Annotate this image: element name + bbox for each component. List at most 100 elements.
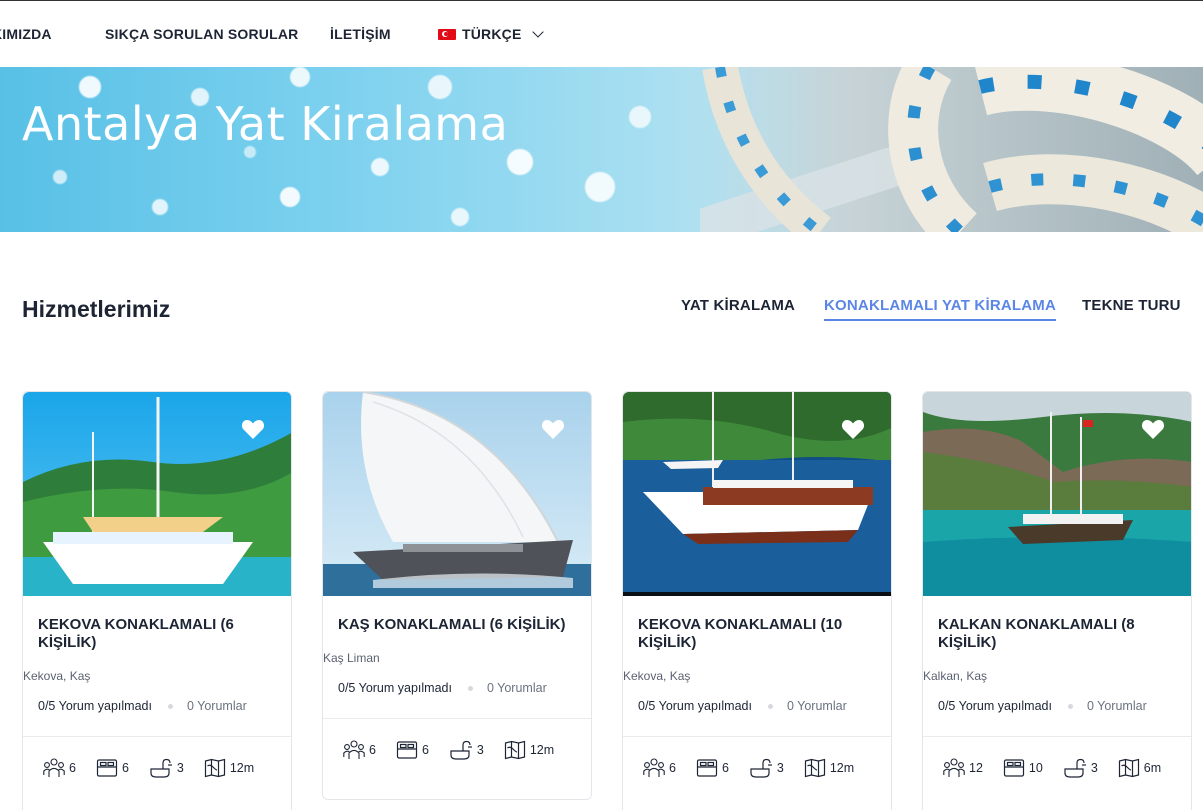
beds-amenity: 6 [96,758,129,778]
yacht-card[interactable]: KALKAN KONAKLAMALI (8 KİŞİLİK) Kalkan, K… [922,391,1192,810]
guests-count: 12 [969,761,983,775]
hero-title: Antalya Yat Kiralama [22,97,509,151]
language-selector[interactable]: TÜRKÇE [438,26,544,42]
baths-amenity: 3 [749,758,784,778]
baths-amenity: 3 [149,758,184,778]
yacht-rating: 0/5 Yorum yapılmadı 0 Yorumlar [338,681,547,695]
beds-amenity: 6 [696,758,729,778]
baths-count: 3 [1090,761,1098,775]
yacht-photo[interactable] [623,392,891,596]
guests-icon [643,758,665,777]
yacht-amenities: 12 10 3 6m [943,758,1181,778]
card-divider [23,736,291,737]
yacht-location: Kaş Liman [323,651,380,665]
yacht-location: Kekova, Kaş [23,669,91,683]
bed-icon [696,759,718,777]
tab-accommodation-yacht-rental[interactable]: KONAKLAMALI YAT KİRALAMA [824,297,1057,321]
nav-link-about[interactable]: KIMIZDA [0,26,52,42]
baths-count: 3 [476,743,484,757]
guests-icon [943,758,965,777]
guests-amenity: 12 [943,758,983,778]
beds-amenity: 6 [396,740,429,760]
yacht-title[interactable]: KEKOVA KONAKLAMALI (6 KİŞİLİK) [38,616,278,652]
length-amenity: 6m [1118,758,1161,778]
favorite-heart-icon[interactable] [841,418,865,440]
length-amenity: 12m [504,740,554,760]
bath-icon [750,758,772,778]
yacht-rating: 0/5 Yorum yapılmadı 0 Yorumlar [938,699,1147,713]
guests-count: 6 [669,761,676,775]
yacht-card[interactable]: KEKOVA KONAKLAMALI (6 KİŞİLİK) Kekova, K… [22,391,292,810]
beds-amenity: 10 [1003,758,1043,778]
nav-link-faq[interactable]: SIKÇA SORULAN SORULAR [105,26,298,42]
baths-count: 3 [176,761,184,775]
bed-icon [1003,759,1025,777]
language-label: TÜRKÇE [462,26,522,42]
beds-count: 6 [721,761,729,775]
beds-count: 10 [1028,761,1043,775]
nav-link-contact[interactable]: İLETİŞİM [330,26,391,42]
chevron-down-icon [531,26,544,38]
favorite-heart-icon[interactable] [1141,418,1165,440]
section-title: Hizmetlerimiz [22,296,171,322]
map-icon [1118,758,1139,778]
length-value: 12m [529,743,555,757]
length-value: 12m [829,761,855,775]
yacht-location: Kekova, Kaş [623,669,691,683]
yacht-rating: 0/5 Yorum yapılmadı 0 Yorumlar [38,699,247,713]
top-navigation: KIMIZDA SIKÇA SORULAN SORULAR İLETİŞİM T… [0,0,1203,67]
bed-icon [396,741,418,759]
review-count[interactable]: 0 Yorumlar [787,699,847,713]
turkey-flag-icon [438,28,456,40]
bath-icon [450,740,472,760]
baths-amenity: 3 [449,740,484,760]
yacht-amenities: 6 6 3 12m [643,758,874,778]
yacht-photo[interactable] [323,392,591,596]
separator-dot [1067,703,1073,709]
review-count[interactable]: 0 Yorumlar [487,681,547,695]
guests-icon [343,740,365,759]
card-divider [623,736,891,737]
guests-amenity: 6 [643,758,676,778]
yacht-amenities: 6 6 3 12m [343,740,574,760]
review-count[interactable]: 0 Yorumlar [187,699,247,713]
bed-icon [96,759,118,777]
yacht-location: Kalkan, Kaş [923,669,988,683]
yacht-amenities: 6 6 3 12m [43,758,274,778]
yacht-photo[interactable] [923,392,1191,596]
separator-dot [467,685,473,691]
baths-count: 3 [776,761,784,775]
guests-amenity: 6 [43,758,76,778]
review-count[interactable]: 0 Yorumlar [1087,699,1147,713]
yacht-rating: 0/5 Yorum yapılmadı 0 Yorumlar [638,699,847,713]
favorite-heart-icon[interactable] [541,418,565,440]
favorite-heart-icon[interactable] [241,418,265,440]
length-amenity: 12m [204,758,254,778]
guests-count: 6 [69,761,76,775]
yacht-title[interactable]: KALKAN KONAKLAMALI (8 KİŞİLİK) [938,616,1178,652]
guests-amenity: 6 [343,740,376,760]
map-icon [504,740,525,760]
yacht-photo[interactable] [23,392,291,596]
tab-yacht-rental[interactable]: YAT KİRALAMA [681,297,795,319]
tab-boat-tour[interactable]: TEKNE TURU [1082,297,1181,319]
hero-banner: Antalya Yat Kiralama [0,67,1203,232]
yacht-card[interactable]: KAŞ KONAKLAMALI (6 KİŞİLİK) Kaş Liman 0/… [322,391,592,800]
card-divider [323,718,591,719]
yacht-title[interactable]: KAŞ KONAKLAMALI (6 KİŞİLİK) [338,616,578,634]
rating-text: 0/5 Yorum yapılmadı [638,699,752,713]
bath-icon [150,758,172,778]
card-divider [923,736,1191,737]
map-icon [204,758,225,778]
rope-image [700,67,1203,232]
yacht-title[interactable]: KEKOVA KONAKLAMALI (10 KİŞİLİK) [638,616,878,652]
beds-count: 6 [121,761,129,775]
separator-dot [167,703,173,709]
rating-text: 0/5 Yorum yapılmadı [38,699,152,713]
separator-dot [767,703,773,709]
length-value: 6m [1143,761,1162,775]
rating-text: 0/5 Yorum yapılmadı [938,699,1052,713]
rating-text: 0/5 Yorum yapılmadı [338,681,452,695]
beds-count: 6 [421,743,429,757]
yacht-card[interactable]: KEKOVA KONAKLAMALI (10 KİŞİLİK) Kekova, … [622,391,892,810]
